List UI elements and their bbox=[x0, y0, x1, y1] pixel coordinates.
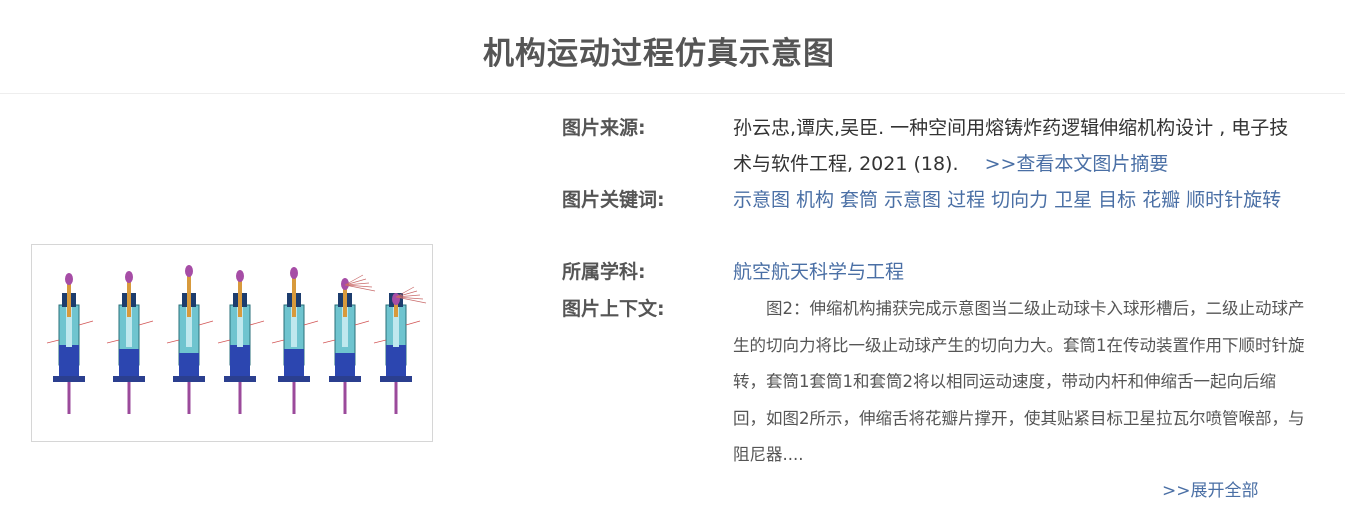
mechanism-flange bbox=[329, 376, 361, 382]
mechanism-tip bbox=[290, 267, 298, 279]
keyword-link[interactable]: 示意图 bbox=[884, 189, 941, 211]
mechanism-top-rod bbox=[343, 286, 347, 317]
mechanism-flange bbox=[53, 376, 85, 382]
annotation-line bbox=[354, 320, 370, 326]
mechanism-tip bbox=[185, 265, 193, 277]
mechanism-base-section bbox=[386, 345, 406, 376]
mechanism-flange bbox=[380, 376, 412, 382]
keyword-link[interactable]: 顺时针旋转 bbox=[1186, 189, 1281, 211]
subject-label: 所属学科: bbox=[562, 261, 646, 283]
keywords-label: 图片关键词: bbox=[562, 189, 665, 211]
keyword-link[interactable]: 过程 bbox=[947, 189, 985, 211]
annotation-line bbox=[217, 339, 231, 344]
source-label: 图片来源: bbox=[562, 117, 646, 139]
view-abstract-link[interactable]: >>查看本文图片摘要 bbox=[985, 153, 1169, 175]
keyword-link[interactable]: 示意图 bbox=[733, 189, 790, 211]
mechanism-lower-rod bbox=[292, 382, 296, 414]
annotation-line bbox=[373, 339, 387, 344]
mechanism-tip bbox=[392, 293, 400, 305]
mechanism-lower-rod bbox=[187, 382, 191, 414]
mechanism-base-section bbox=[335, 353, 355, 376]
mechanism-lower-rod bbox=[127, 382, 131, 414]
annotation-line bbox=[322, 339, 336, 344]
annotation-line bbox=[271, 339, 285, 344]
mechanism-top-rod bbox=[187, 273, 191, 317]
mechanism-flange bbox=[278, 376, 310, 382]
mechanism-tip bbox=[125, 271, 133, 283]
title-divider bbox=[0, 93, 1345, 94]
keyword-link[interactable]: 卫星 bbox=[1054, 189, 1092, 211]
mechanism-base-section bbox=[119, 349, 139, 376]
subject-value: 航空航天科学与工程 bbox=[733, 254, 1307, 290]
mechanism-lower-rod bbox=[394, 382, 398, 414]
annotation-line bbox=[46, 339, 60, 344]
mechanism-base-section bbox=[230, 345, 250, 376]
annotation-line bbox=[405, 320, 421, 326]
keyword-link[interactable]: 套筒 bbox=[840, 189, 878, 211]
source-value: 孙云忠,谭庆,吴臣. 一种空间用熔铸炸药逻辑伸缩机构设计 , 电子技术与软件工程… bbox=[733, 110, 1307, 182]
mechanism-lower-rod bbox=[238, 382, 242, 414]
annotation-line bbox=[78, 320, 94, 326]
annotation-line bbox=[198, 320, 214, 326]
mechanism-base-section bbox=[179, 353, 199, 376]
keyword-link[interactable]: 花瓣 bbox=[1142, 189, 1180, 211]
mechanism-top-rod bbox=[292, 275, 296, 317]
context-label: 图片上下文: bbox=[562, 298, 665, 320]
mechanism-tip bbox=[65, 273, 73, 285]
mechanism-flange bbox=[173, 376, 205, 382]
annotation-line bbox=[166, 339, 180, 344]
page-title: 机构运动过程仿真示意图 bbox=[483, 36, 835, 72]
annotation-line bbox=[138, 320, 154, 326]
annotation-line bbox=[249, 320, 265, 326]
mechanism-lower-rod bbox=[343, 382, 347, 414]
mechanism-lower-rod bbox=[67, 382, 71, 414]
mechanism-flange bbox=[224, 376, 256, 382]
mechanism-flange bbox=[113, 376, 145, 382]
annotation-line bbox=[303, 320, 319, 326]
subject-link[interactable]: 航空航天科学与工程 bbox=[733, 261, 904, 283]
keyword-link[interactable]: 目标 bbox=[1098, 189, 1136, 211]
mechanism-base-section bbox=[59, 345, 79, 376]
keyword-list: 示意图 机构 套筒 示意图 过程 切向力 卫星 目标 花瓣 顺时针旋转 bbox=[733, 182, 1307, 218]
keyword-link[interactable]: 机构 bbox=[796, 189, 834, 211]
context-text: 图2：伸缩机构捕获完成示意图当二级止动球卡入球形槽后，二级止动球产生的切向力将比… bbox=[733, 299, 1305, 464]
annotation-line bbox=[106, 339, 120, 344]
mechanism-simulation-image bbox=[46, 265, 427, 414]
mechanism-tip bbox=[236, 270, 244, 282]
mechanism-top-rod bbox=[238, 278, 242, 317]
keyword-link[interactable]: 切向力 bbox=[991, 189, 1048, 211]
expand-all-link[interactable]: >>展开全部 bbox=[1162, 476, 1259, 501]
mechanism-base-section bbox=[284, 349, 304, 376]
mechanism-top-rod bbox=[127, 279, 131, 317]
figure-thumbnail[interactable] bbox=[31, 244, 433, 442]
mechanism-top-rod bbox=[67, 281, 71, 317]
